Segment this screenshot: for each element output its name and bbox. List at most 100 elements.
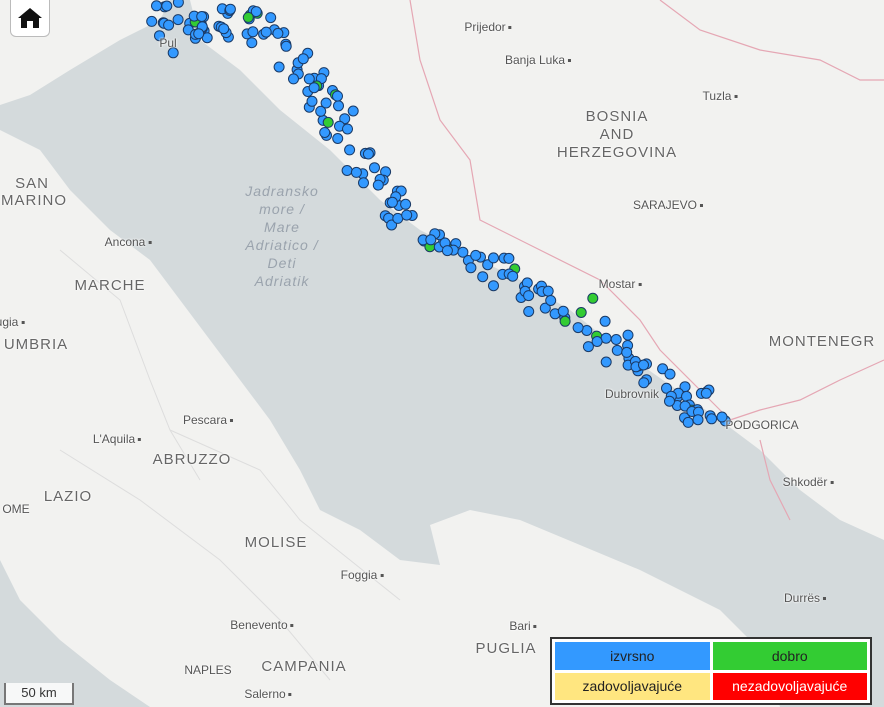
legend-item-excellent: izvrsno xyxy=(555,642,710,670)
home-button[interactable] xyxy=(10,0,50,37)
beach-point[interactable] xyxy=(308,82,320,94)
beach-point[interactable] xyxy=(542,285,554,297)
beach-point[interactable] xyxy=(332,90,343,102)
label-molise: MOLISE xyxy=(244,534,308,551)
beach-point[interactable] xyxy=(265,12,277,24)
beach-point[interactable] xyxy=(246,37,258,49)
beach-point[interactable] xyxy=(333,100,344,112)
beach-point[interactable] xyxy=(477,271,489,283)
beach-point[interactable] xyxy=(319,127,331,138)
label-durres: Durrës xyxy=(784,591,827,605)
beach-point[interactable] xyxy=(172,14,184,26)
beach-point[interactable] xyxy=(224,3,236,15)
beach-point[interactable] xyxy=(193,28,205,40)
beach-point[interactable] xyxy=(146,15,158,27)
beach-point[interactable] xyxy=(342,123,353,135)
beach-point[interactable] xyxy=(682,416,694,428)
beach-point[interactable] xyxy=(242,11,254,23)
label-lazio: LAZIO xyxy=(43,488,93,505)
label-mostar: Mostar xyxy=(599,277,642,291)
beach-point[interactable] xyxy=(425,234,437,246)
beach-point[interactable] xyxy=(247,26,259,38)
beach-point[interactable] xyxy=(386,196,398,208)
beach-point[interactable] xyxy=(572,322,584,334)
label-marino: MARINO xyxy=(1,192,67,209)
beach-point[interactable] xyxy=(260,26,272,38)
label-umbria: UMBRIA xyxy=(3,336,69,353)
beach-point[interactable] xyxy=(369,162,380,174)
beach-point[interactable] xyxy=(557,305,569,317)
beach-point[interactable] xyxy=(401,209,413,221)
beach-point[interactable] xyxy=(591,336,603,347)
beach-point[interactable] xyxy=(332,133,344,144)
beach-point[interactable] xyxy=(341,165,353,176)
beach-point[interactable] xyxy=(350,166,362,178)
beach-point[interactable] xyxy=(488,252,499,264)
label-and: AND xyxy=(599,126,635,143)
home-icon xyxy=(18,8,42,28)
beach-point[interactable] xyxy=(358,177,369,189)
beach-point[interactable] xyxy=(611,344,623,356)
label-dubrovnik: Dubrovnik xyxy=(604,387,660,401)
beach-point[interactable] xyxy=(172,0,184,8)
label-bosnia: BOSNIA xyxy=(585,108,649,125)
beach-point[interactable] xyxy=(692,414,704,426)
legend-item-satisfactory: zadovoljavajuće xyxy=(555,672,710,700)
label-banja-luka: Banja Luka xyxy=(505,53,572,67)
beach-point[interactable] xyxy=(297,53,309,65)
beach-point[interactable] xyxy=(441,245,453,257)
beach-point[interactable] xyxy=(700,387,712,399)
adriatic-sea xyxy=(0,0,884,707)
label-san: SAN xyxy=(15,175,49,192)
label-pula: Pul xyxy=(159,36,177,50)
beach-point[interactable] xyxy=(288,73,299,85)
label-montenegro: MONTENEGR xyxy=(768,333,876,350)
beach-point[interactable] xyxy=(664,368,676,380)
beach-point[interactable] xyxy=(600,356,612,368)
beach-point[interactable] xyxy=(622,329,634,341)
beach-point[interactable] xyxy=(664,395,675,407)
beach-point[interactable] xyxy=(151,0,162,12)
label-podgorica: PODGORICA xyxy=(725,418,799,432)
beach-point[interactable] xyxy=(587,292,599,304)
beach-point[interactable] xyxy=(163,19,175,31)
beach-point[interactable] xyxy=(272,27,284,39)
beach-point[interactable] xyxy=(400,198,412,210)
beach-point[interactable] xyxy=(621,346,633,358)
beach-point[interactable] xyxy=(273,61,285,73)
beach-point[interactable] xyxy=(600,332,612,344)
beach-point[interactable] xyxy=(362,148,374,160)
beach-point[interactable] xyxy=(599,315,611,327)
beach-point[interactable] xyxy=(523,290,535,302)
beach-point[interactable] xyxy=(559,315,571,327)
label-perugia: ugia xyxy=(0,315,25,329)
beach-point[interactable] xyxy=(344,144,356,156)
label-campania: CAMPANIA xyxy=(261,658,347,675)
beach-point[interactable] xyxy=(575,307,587,318)
beach-point[interactable] xyxy=(306,95,318,107)
beach-point[interactable] xyxy=(706,413,718,425)
beach-point[interactable] xyxy=(488,280,499,292)
beach-point[interactable] xyxy=(347,105,359,117)
beach-point[interactable] xyxy=(503,252,515,264)
beach-point[interactable] xyxy=(507,270,519,282)
beach-point[interactable] xyxy=(218,23,230,35)
beach-point[interactable] xyxy=(322,116,334,128)
beach-point[interactable] xyxy=(161,0,173,12)
label-sarajevo: SARAJEVO xyxy=(633,198,704,212)
map-canvas[interactable] xyxy=(0,0,884,707)
beach-point[interactable] xyxy=(320,97,332,109)
beach-point[interactable] xyxy=(610,334,622,345)
label-foggia: Foggia xyxy=(341,568,384,582)
beach-point[interactable] xyxy=(470,249,482,261)
beach-point[interactable] xyxy=(638,359,649,371)
beach-point[interactable] xyxy=(465,262,477,274)
beach-point[interactable] xyxy=(523,306,535,317)
beach-point[interactable] xyxy=(196,11,208,22)
beach-point[interactable] xyxy=(372,179,384,191)
label-bari: Bari xyxy=(509,619,537,633)
beach-point[interactable] xyxy=(545,295,557,306)
beach-point[interactable] xyxy=(280,40,292,52)
label-prijedor: Prijedor xyxy=(464,20,512,34)
label-sea: Jadransko more / Mare Adriatico / Deti Adria… xyxy=(245,183,319,289)
